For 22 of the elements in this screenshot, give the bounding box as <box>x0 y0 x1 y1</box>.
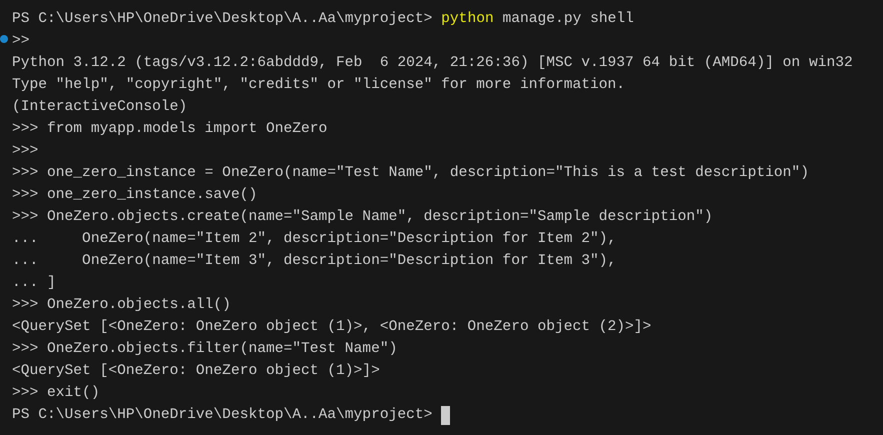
terminal-line: ... OneZero(name="Item 2", description="Description for Item 2"), <box>12 230 616 249</box>
shell-prompt: PS C:\Users\HP\OneDrive\Desktop\A..Aa\myproject> <box>12 10 432 29</box>
terminal-line: >>> OneZero.objects.all() <box>12 296 231 315</box>
terminal-line: >>> OneZero.objects.filter(name="Test Name") <box>12 340 398 359</box>
terminal-line: Python 3.12.2 (tags/v3.12.2:6abddd9, Feb 6 2024, 21:26:36) [MSC v.1937 64 bit (AMD64)] on win32 <box>12 54 853 73</box>
terminal-line: <QuerySet [<OneZero: OneZero object (1)>, <OneZero: OneZero object (2)>]> <box>12 318 652 337</box>
shell-prompt: PS C:\Users\HP\OneDrive\Desktop\A..Aa\myproject> <box>12 406 432 425</box>
terminal-line: >>> one_zero_instance = OneZero(name="Test Name", description="This is a test description") <box>12 164 809 183</box>
terminal-line: <QuerySet [<OneZero: OneZero object (1)>]> <box>12 362 380 381</box>
terminal-line: >>> OneZero.objects.create(name="Sample Name", description="Sample description") <box>12 208 713 227</box>
terminal-line: ... OneZero(name="Item 3", description="Description for Item 3"), <box>12 252 616 271</box>
terminal-line: ... ] <box>12 274 56 293</box>
terminal-line: >>> from myapp.models import OneZero <box>12 120 328 139</box>
terminal-line: Type "help", "copyright", "credits" or "license" for more information. <box>12 76 626 95</box>
terminal-line: >> <box>12 32 30 51</box>
terminal-line: >>> exit() <box>12 384 100 403</box>
terminal-line: (InteractiveConsole) <box>12 98 188 117</box>
command-decoration-icon[interactable] <box>0 35 8 43</box>
command-arguments: manage.py shell <box>502 10 634 29</box>
terminal-line: >>> one_zero_instance.save() <box>12 186 258 205</box>
command-name: python <box>441 10 494 29</box>
terminal-line: >>> <box>12 142 38 161</box>
